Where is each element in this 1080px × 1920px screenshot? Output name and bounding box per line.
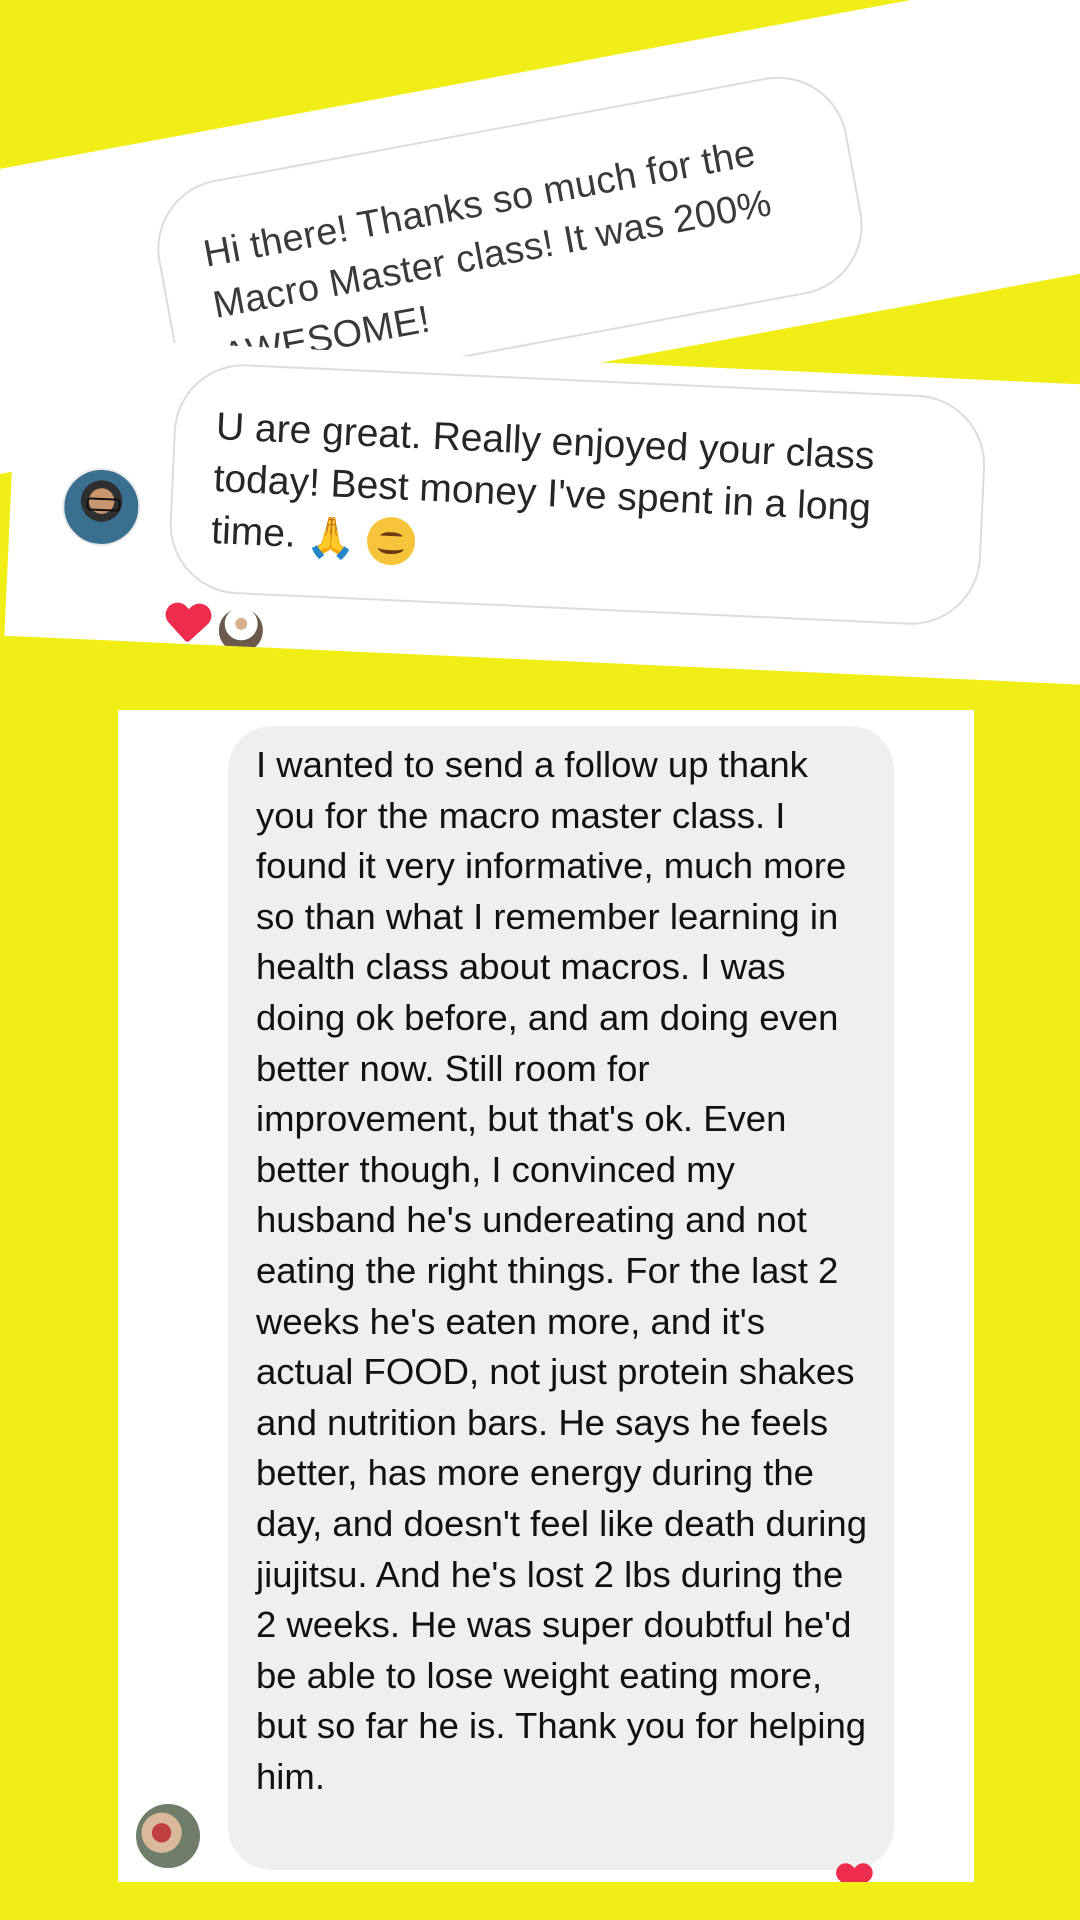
folded-hands-icon: 🙏	[305, 514, 358, 563]
message-text-3: I wanted to send a follow up thank you f…	[256, 744, 868, 1797]
message-reactions-2[interactable]	[164, 601, 266, 656]
reactor-avatar	[215, 605, 266, 656]
sender-avatar-3[interactable]	[136, 1804, 200, 1868]
message-bubble-2: U are great. Really enjoyed your class t…	[166, 361, 989, 628]
heart-icon	[164, 603, 210, 649]
message-text-1: Hi there! Thanks so much for the Macro M…	[200, 132, 775, 379]
screenshot-card-2: U are great. Really enjoyed your class t…	[4, 336, 1080, 686]
smiling-face-icon	[366, 515, 417, 566]
message-bubble-3: I wanted to send a follow up thank you f…	[228, 726, 894, 1870]
message-reactions-3[interactable]	[836, 1858, 880, 1882]
sender-avatar[interactable]	[60, 466, 143, 548]
heart-icon	[836, 1864, 871, 1882]
screenshot-card-3: I wanted to send a follow up thank you f…	[118, 710, 974, 1882]
